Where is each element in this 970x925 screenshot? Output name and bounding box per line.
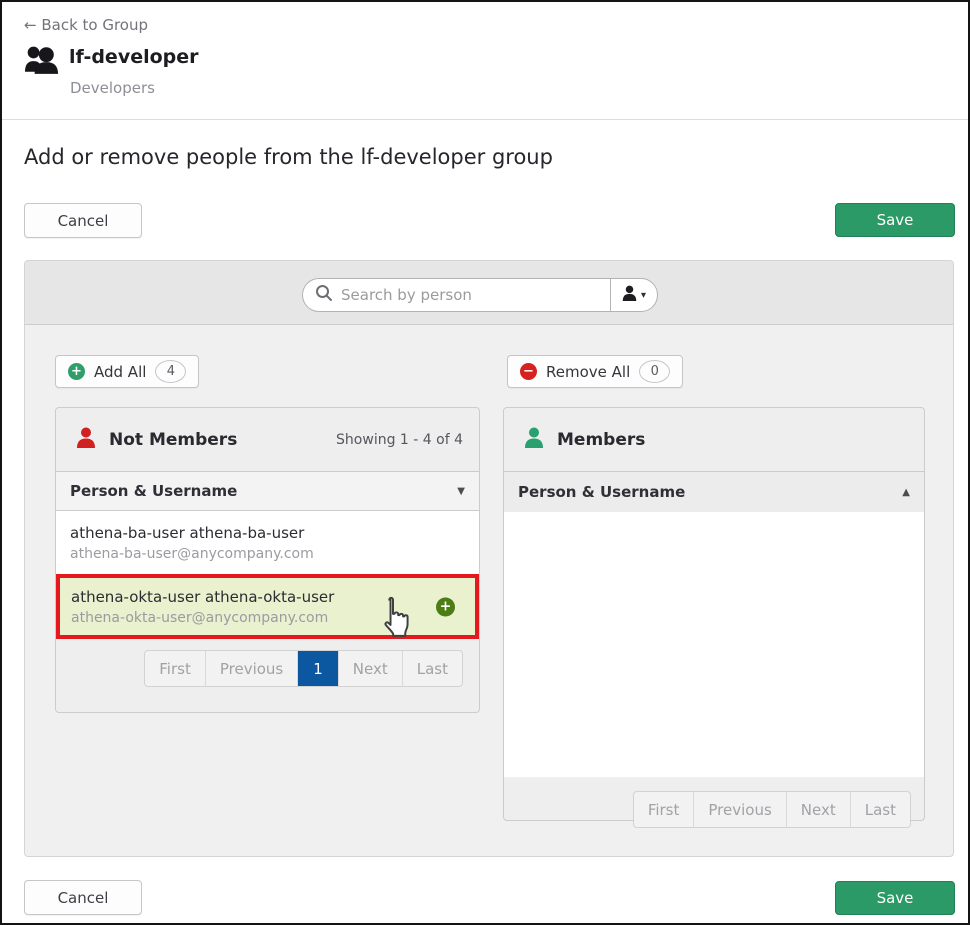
remove-all-label: Remove All bbox=[546, 363, 630, 381]
header-divider bbox=[2, 119, 968, 120]
not-members-row-athena-ba-user[interactable]: athena-ba-user athena-ba-user athena-ba-… bbox=[56, 511, 479, 574]
search-icon bbox=[315, 284, 333, 306]
red-person-icon bbox=[76, 427, 96, 453]
column-header-label: Person & Username bbox=[70, 482, 237, 500]
chevron-down-icon: ▾ bbox=[641, 290, 646, 301]
group-subtitle: Developers bbox=[70, 79, 155, 97]
members-empty-list bbox=[504, 511, 924, 777]
search-type-dropdown[interactable]: ▾ bbox=[610, 278, 658, 312]
remove-all-count-badge: 0 bbox=[639, 360, 670, 383]
pagination-first-button[interactable]: First bbox=[145, 651, 205, 686]
search-input[interactable] bbox=[341, 286, 591, 304]
group-icon bbox=[22, 44, 60, 80]
person-icon bbox=[622, 285, 637, 306]
person-name: athena-ba-user athena-ba-user bbox=[70, 522, 465, 544]
pagination-next-button[interactable]: Next bbox=[786, 792, 850, 827]
pagination-first-button[interactable]: First bbox=[634, 792, 694, 827]
members-panel: Members Person & Username ▲ First Previo… bbox=[503, 407, 925, 821]
search-box[interactable] bbox=[302, 278, 610, 312]
members-column-header[interactable]: Person & Username ▲ bbox=[504, 472, 924, 512]
minus-circle-icon: − bbox=[520, 363, 537, 380]
not-members-pagination: First Previous 1 Next Last bbox=[144, 650, 463, 687]
sort-descending-icon: ▼ bbox=[457, 486, 465, 497]
add-all-label: Add All bbox=[94, 363, 146, 381]
not-members-header: Not Members Showing 1 - 4 of 4 bbox=[56, 408, 479, 471]
pagination-page-1-button[interactable]: 1 bbox=[297, 651, 338, 686]
person-email: athena-ba-user@anycompany.com bbox=[70, 544, 465, 564]
group-management-dialog: ← Back to Group lf-developer Developers … bbox=[0, 0, 970, 925]
not-members-column-header[interactable]: Person & Username ▼ bbox=[56, 471, 479, 511]
cancel-button-bottom[interactable]: Cancel bbox=[24, 880, 142, 915]
members-column-header-row: Person & Username ▲ bbox=[504, 471, 924, 511]
members-pagination: First Previous Next Last bbox=[633, 791, 911, 828]
save-button-bottom[interactable]: Save bbox=[835, 881, 955, 915]
pagination-previous-button[interactable]: Previous bbox=[205, 651, 297, 686]
add-all-count-badge: 4 bbox=[155, 360, 186, 383]
green-person-icon bbox=[524, 427, 544, 453]
column-header-label: Person & Username bbox=[518, 483, 685, 501]
save-button[interactable]: Save bbox=[835, 203, 955, 237]
not-members-row-athena-okta-user[interactable]: athena-okta-user athena-okta-user athena… bbox=[56, 574, 479, 639]
not-members-title: Not Members bbox=[109, 430, 237, 450]
search-toolbar: ▾ bbox=[25, 261, 953, 325]
pagination-previous-button[interactable]: Previous bbox=[693, 792, 785, 827]
person-name: athena-okta-user athena-okta-user bbox=[71, 586, 461, 608]
search-group: ▾ bbox=[302, 278, 658, 312]
cancel-button[interactable]: Cancel bbox=[24, 203, 142, 238]
member-picker-panel: ▾ + Add All 4 − Remove All 0 bbox=[24, 260, 954, 857]
pagination-next-button[interactable]: Next bbox=[338, 651, 402, 686]
person-email: athena-okta-user@anycompany.com bbox=[71, 608, 461, 628]
pagination-last-button[interactable]: Last bbox=[850, 792, 910, 827]
not-members-pagination-bar: First Previous 1 Next Last bbox=[56, 639, 479, 687]
group-name: lf-developer bbox=[69, 46, 199, 68]
page-title: Add or remove people from the lf-develop… bbox=[24, 145, 553, 169]
sort-ascending-icon: ▲ bbox=[902, 487, 910, 498]
members-pagination-bar: First Previous Next Last bbox=[504, 777, 924, 828]
pagination-last-button[interactable]: Last bbox=[402, 651, 462, 686]
add-all-button[interactable]: + Add All 4 bbox=[55, 355, 199, 388]
add-person-icon[interactable]: + bbox=[436, 597, 455, 616]
not-members-showing-count: Showing 1 - 4 of 4 bbox=[336, 432, 463, 448]
plus-circle-icon: + bbox=[68, 363, 85, 380]
back-to-group-link[interactable]: ← Back to Group bbox=[24, 16, 148, 34]
members-header: Members bbox=[504, 408, 924, 471]
remove-all-button[interactable]: − Remove All 0 bbox=[507, 355, 683, 388]
members-title: Members bbox=[557, 430, 645, 450]
not-members-panel: Not Members Showing 1 - 4 of 4 Person & … bbox=[55, 407, 480, 713]
